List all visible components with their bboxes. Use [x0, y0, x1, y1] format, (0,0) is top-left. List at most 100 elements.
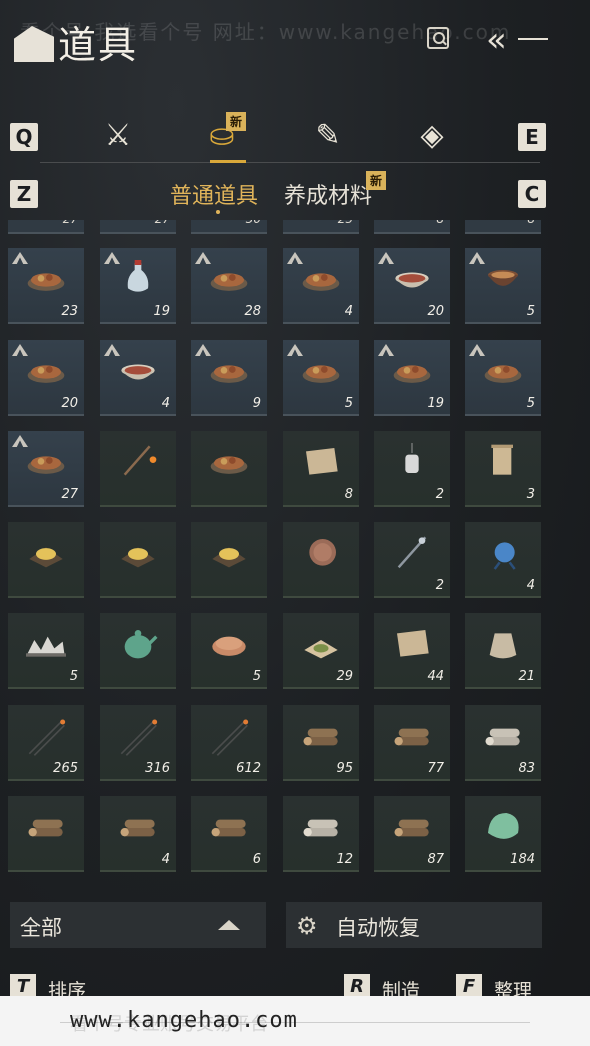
active-subtab-dot — [216, 210, 220, 214]
bowl-icon — [388, 260, 436, 300]
item-count: 316 — [145, 761, 170, 776]
item-count: 5 — [344, 396, 353, 411]
partial-item-cell[interactable]: 25 — [283, 220, 359, 234]
blue-pouch-item[interactable]: 4 — [465, 522, 541, 598]
scroll-item[interactable]: 3 — [465, 431, 541, 507]
paper-icon — [388, 625, 436, 665]
auto-recover-button[interactable]: ⚙ 自动恢复 — [286, 902, 542, 948]
pancake-stack-item[interactable]: 5 — [465, 340, 541, 416]
tab-materials[interactable]: 养成材料 — [284, 178, 372, 210]
page-title: 道具 — [14, 14, 138, 69]
log-bundle-item-4[interactable]: 4 — [100, 796, 176, 872]
logs-icon — [388, 717, 436, 757]
porridge-bowl-item[interactable]: 4 — [100, 340, 176, 416]
prev-category-key[interactable]: Q — [10, 123, 38, 151]
next-category-key[interactable]: E — [518, 123, 546, 151]
fishing-rod-item[interactable] — [100, 431, 176, 507]
filter-label: 全部 — [20, 916, 62, 940]
item-count: 2 — [435, 578, 444, 593]
scroll-icon[interactable]: ✎ — [310, 118, 346, 154]
wine-bottle-item[interactable]: 19 — [100, 248, 176, 324]
item-count: 44 — [427, 669, 444, 684]
log-bundle-item-7[interactable]: 87 — [374, 796, 450, 872]
item-count: 9 — [252, 396, 261, 411]
clay-pot-item[interactable]: 5 — [465, 248, 541, 324]
gold-pile-item-1[interactable] — [8, 522, 84, 598]
item-count: 3 — [526, 487, 535, 502]
herb-powder-item[interactable]: 29 — [283, 613, 359, 689]
new-badge: 新 — [226, 112, 247, 131]
parchment-item[interactable]: 8 — [283, 431, 359, 507]
teapot-icon — [114, 625, 162, 665]
green-dumplings-item[interactable] — [191, 431, 267, 507]
partial-item-cell[interactable]: 27 — [100, 220, 176, 234]
food-icon — [297, 260, 345, 300]
food-icon — [297, 352, 345, 392]
food-icon — [205, 443, 253, 483]
item-count: 265 — [53, 761, 78, 776]
chevron-up-icon — [218, 920, 240, 930]
scroll-icon — [479, 443, 527, 483]
back-icon[interactable]: « — [486, 20, 507, 60]
back-icon-line — [518, 38, 548, 40]
bronze-box-item[interactable] — [283, 522, 359, 598]
seafood-dish-item[interactable]: 4 — [283, 248, 359, 324]
item-count: 5 — [252, 669, 261, 684]
log-bundle-item-3[interactable] — [8, 796, 84, 872]
next-subtab-key[interactable]: C — [518, 180, 546, 208]
fire-arrow-item-1[interactable]: 265 — [8, 705, 84, 781]
spear-item[interactable]: 2 — [374, 522, 450, 598]
stuffed-dish-item[interactable]: 27 — [8, 431, 84, 507]
logs-icon — [388, 808, 436, 848]
partial-item-cell[interactable]: 8 — [465, 220, 541, 234]
jade-teapot-item[interactable] — [100, 613, 176, 689]
log-bundle-item-5[interactable]: 6 — [191, 796, 267, 872]
bowl-dish-item[interactable]: 20 — [374, 248, 450, 324]
item-count: 20 — [427, 304, 444, 319]
crossed-swords-icon[interactable]: ⚔ — [100, 118, 136, 154]
footer-banner: 看个号专业账号交易平台 www.kangehao.com — [0, 996, 590, 1046]
search-icon[interactable] — [427, 27, 449, 49]
roast-dish-item[interactable]: 5 — [283, 340, 359, 416]
item-count: 8 — [527, 220, 535, 226]
gold-pile-item-3[interactable] — [191, 522, 267, 598]
food-plate-item[interactable]: 23 — [8, 248, 84, 324]
powder-icon — [297, 625, 345, 665]
partial-item-cell[interactable]: 27 — [8, 220, 84, 234]
prev-subtab-key[interactable]: Z — [10, 180, 38, 208]
log-bundle-item-2[interactable]: 77 — [374, 705, 450, 781]
title-text: 道具 — [58, 23, 139, 67]
fire-arrow-item-2[interactable]: 316 — [100, 705, 176, 781]
rod-icon — [114, 443, 162, 483]
worm-paper-item[interactable]: 44 — [374, 613, 450, 689]
filter-dropdown[interactable]: 全部 — [10, 902, 266, 948]
jade-stone-item[interactable]: 184 — [465, 796, 541, 872]
lantern-icon — [388, 443, 436, 483]
tab-normal-items[interactable]: 普通道具 — [170, 178, 258, 210]
item-count: 95 — [336, 761, 353, 776]
lantern-item[interactable]: 2 — [374, 431, 450, 507]
fire-arrow-item-3[interactable]: 612 — [191, 705, 267, 781]
jade-icon — [479, 808, 527, 848]
meat-plate-item[interactable]: 20 — [8, 340, 84, 416]
silver-ingots-item[interactable]: 5 — [8, 613, 84, 689]
item-count: 4 — [161, 396, 170, 411]
gem-icon[interactable]: ◈ — [414, 118, 450, 154]
cloth-sack-item[interactable]: 21 — [465, 613, 541, 689]
partial-item-cell[interactable]: 8 — [374, 220, 450, 234]
food-icon — [22, 260, 70, 300]
pouch-icon — [479, 534, 527, 574]
cake-tray-item[interactable]: 19 — [374, 340, 450, 416]
item-count: 4 — [161, 852, 170, 867]
food-icon — [22, 352, 70, 392]
flatbread-item[interactable]: 5 — [191, 613, 267, 689]
log-bundle-item-1[interactable]: 95 — [283, 705, 359, 781]
sack-icon — [479, 625, 527, 665]
noodle-dish-item[interactable]: 28 — [191, 248, 267, 324]
fried-balls-item[interactable]: 9 — [191, 340, 267, 416]
partial-item-cell[interactable]: 30 — [191, 220, 267, 234]
log-bundle-item-6[interactable]: 12 — [283, 796, 359, 872]
food-icon — [479, 352, 527, 392]
gold-pile-item-2[interactable] — [100, 522, 176, 598]
birch-logs-item[interactable]: 83 — [465, 705, 541, 781]
